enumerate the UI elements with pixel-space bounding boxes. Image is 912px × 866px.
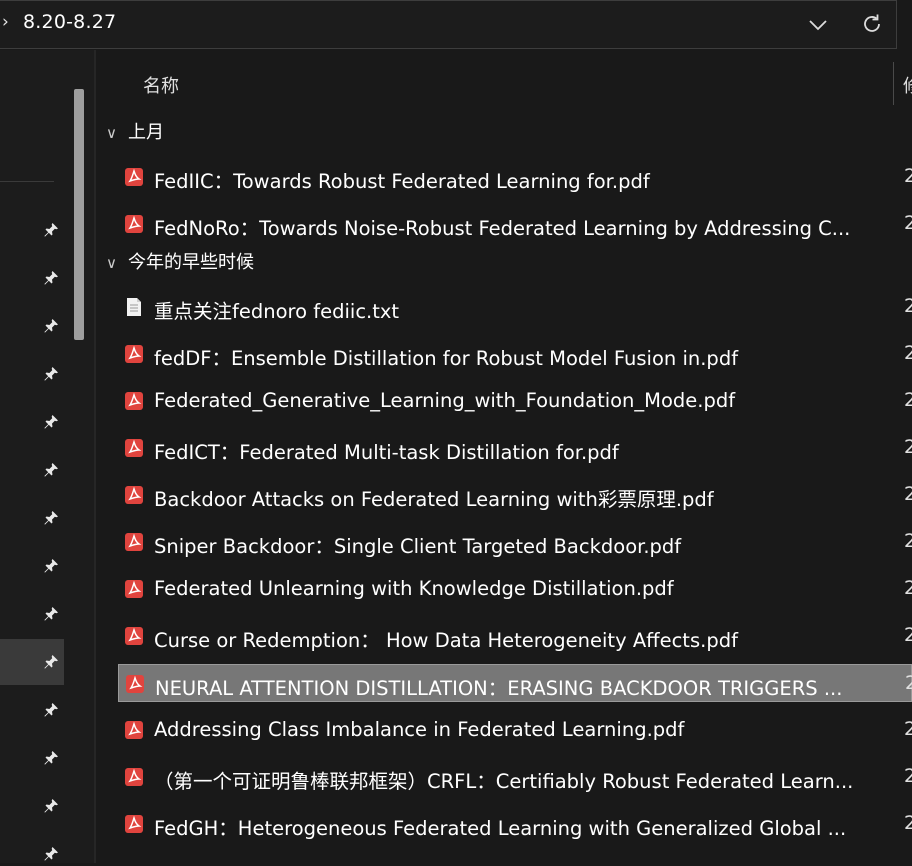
pdf-file-icon (124, 532, 144, 552)
file-name[interactable]: fedDF：Ensemble Distillation for Robust M… (154, 342, 884, 371)
pdf-file-icon (124, 814, 144, 834)
file-date: 2 (904, 389, 912, 411)
file-date: 2 (904, 812, 912, 834)
file-name[interactable]: Curse or Redemption： How Data Heterogene… (154, 624, 884, 653)
refresh-icon[interactable] (860, 12, 884, 36)
file-date: 2 (904, 342, 912, 364)
pane-divider[interactable] (94, 50, 96, 863)
file-name[interactable]: NEURAL ATTENTION DISTILLATION：ERASING BA… (155, 672, 885, 701)
pdf-file-icon (124, 391, 144, 411)
nav-divider (0, 181, 54, 182)
file-name[interactable]: Sniper Backdoor：Single Client Targeted B… (154, 530, 884, 559)
pin-icon[interactable] (43, 510, 59, 526)
file-row[interactable]: Federated_Generative_Learning_with_Found… (118, 382, 912, 420)
file-name[interactable]: （第一个可证明鲁棒联邦框架）CRFL：Certifiably Robust Fe… (154, 765, 884, 794)
pdf-file-icon (124, 767, 144, 787)
file-name[interactable]: Backdoor Attacks on Federated Learning w… (154, 483, 884, 512)
text-file-icon (124, 297, 144, 317)
pdf-file-icon (124, 485, 144, 505)
pin-icon[interactable] (43, 654, 59, 670)
file-date: 2 (904, 436, 912, 458)
file-row[interactable]: fedDF：Ensemble Distillation for Robust M… (118, 335, 912, 373)
pdf-file-icon (124, 344, 144, 364)
group-label: 上月 (128, 122, 164, 143)
nav-scrollbar-thumb[interactable] (74, 89, 84, 340)
address-path[interactable]: 8.20-8.27 (23, 11, 116, 33)
file-row[interactable]: （第一个可证明鲁棒联邦框架）CRFL：Certifiably Robust Fe… (118, 758, 912, 796)
file-name[interactable]: Addressing Class Imbalance in Federated … (154, 718, 884, 741)
file-date: 2 (904, 212, 912, 234)
group-header[interactable]: ∨ 今年的早些时候 (106, 248, 254, 276)
file-name[interactable]: FedGH：Heterogeneous Federated Learning w… (154, 812, 884, 841)
pdf-file-icon (124, 720, 144, 740)
name-column-header[interactable]: 名称 (143, 72, 179, 98)
file-date: 2 (904, 624, 912, 646)
pin-icon[interactable] (43, 606, 59, 622)
pin-icon[interactable] (43, 846, 59, 862)
pin-icon[interactable] (43, 462, 59, 478)
pin-icon[interactable] (43, 750, 59, 766)
file-row[interactable]: 重点关注fednoro fediic.txt 2 (118, 288, 912, 326)
pdf-file-icon (124, 438, 144, 458)
pdf-file-icon (124, 626, 144, 646)
navigation-pane (0, 50, 66, 863)
group-header[interactable]: ∨ 上月 (106, 118, 164, 146)
pin-icon[interactable] (43, 558, 59, 574)
file-name[interactable]: Federated Unlearning with Knowledge Dist… (154, 577, 884, 600)
file-date: 2 (905, 672, 912, 694)
file-name[interactable]: Federated_Generative_Learning_with_Found… (154, 389, 884, 412)
file-row[interactable]: Backdoor Attacks on Federated Learning w… (118, 476, 912, 514)
group-label: 今年的早些时候 (128, 252, 254, 273)
file-date: 2 (904, 765, 912, 787)
file-row-selected[interactable]: NEURAL ATTENTION DISTILLATION：ERASING BA… (118, 664, 912, 702)
pin-icon[interactable] (43, 702, 59, 718)
chevron-right-icon[interactable]: › (2, 12, 9, 32)
chevron-down-icon[interactable]: ∨ (106, 124, 128, 142)
file-name[interactable]: 重点关注fednoro fediic.txt (154, 295, 884, 324)
file-row[interactable]: FedNoRo：Towards Noise-Robust Federated L… (118, 205, 912, 243)
file-row[interactable]: Curse or Redemption： How Data Heterogene… (118, 617, 912, 655)
file-row[interactable]: Federated Unlearning with Knowledge Dist… (118, 570, 912, 608)
file-row[interactable]: FedIIC：Towards Robust Federated Learning… (118, 158, 912, 196)
address-bar[interactable]: › 8.20-8.27 (0, 0, 897, 49)
file-date: 2 (904, 718, 912, 740)
file-date: 2 (904, 577, 912, 599)
file-date: 2 (904, 483, 912, 505)
pin-icon[interactable] (43, 318, 59, 334)
pin-icon[interactable] (43, 222, 59, 238)
file-date: 2 (904, 530, 912, 552)
file-name[interactable]: FedIIC：Towards Robust Federated Learning… (154, 165, 884, 194)
pdf-file-icon (125, 674, 145, 694)
pdf-file-icon (124, 167, 144, 187)
file-date: 2 (904, 165, 912, 187)
chevron-down-icon[interactable]: ∨ (106, 254, 128, 272)
chevron-down-icon[interactable] (806, 13, 830, 37)
file-name[interactable]: FedICT：Federated Multi-task Distillation… (154, 436, 884, 465)
pdf-file-icon (124, 579, 144, 599)
pin-icon[interactable] (43, 414, 59, 430)
file-row[interactable]: Sniper Backdoor：Single Client Targeted B… (118, 523, 912, 561)
file-date: 2 (904, 295, 912, 317)
pdf-file-icon (124, 214, 144, 234)
file-name[interactable]: FedNoRo：Towards Noise-Robust Federated L… (154, 212, 884, 241)
pin-icon[interactable] (43, 366, 59, 382)
file-row[interactable]: Addressing Class Imbalance in Federated … (118, 711, 912, 749)
column-divider[interactable] (893, 62, 894, 105)
modified-column-header[interactable]: 修 (903, 72, 912, 98)
pin-icon[interactable] (43, 798, 59, 814)
pin-icon[interactable] (43, 270, 59, 286)
file-row[interactable]: FedGH：Heterogeneous Federated Learning w… (118, 805, 912, 843)
file-row[interactable]: FedICT：Federated Multi-task Distillation… (118, 429, 912, 467)
